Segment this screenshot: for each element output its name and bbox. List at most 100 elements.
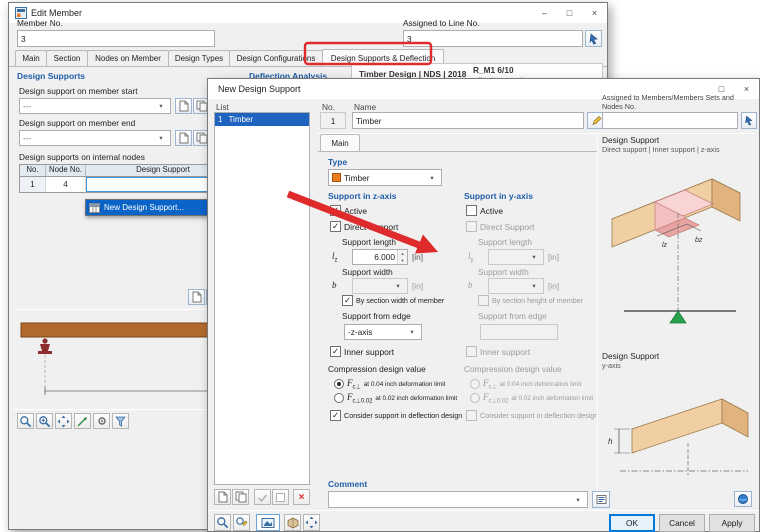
list-deselect-all-button[interactable] [272, 489, 289, 505]
zoom-edit-button[interactable] [233, 514, 250, 531]
table-icon [89, 202, 100, 213]
z-width-symbol: b [332, 280, 337, 290]
filter-button[interactable] [112, 413, 129, 429]
preview-z-graphic: lz bz [600, 155, 754, 347]
close-icon[interactable]: × [582, 3, 607, 23]
list-copy-button[interactable] [232, 489, 249, 505]
assigned-members-field[interactable] [602, 112, 738, 129]
chevron-down-icon[interactable] [406, 325, 418, 339]
internal-new-button[interactable] [188, 289, 205, 305]
edit-member-titlebar[interactable]: Edit Member – □ × [9, 3, 607, 23]
axis-arrow-icon [76, 415, 89, 428]
ok-button[interactable]: OK [609, 514, 655, 532]
name-field[interactable]: Timber [352, 112, 584, 129]
z-support-length-field[interactable]: 6.000 [352, 249, 408, 265]
display-settings-button[interactable] [93, 413, 110, 429]
pan-button[interactable] [55, 413, 72, 429]
z-from-edge-combo[interactable]: -z-axis [344, 324, 422, 340]
no-label: No. [322, 102, 335, 112]
cancel-button[interactable]: Cancel [659, 514, 705, 532]
spin-down-icon[interactable] [398, 257, 407, 264]
gear-icon [96, 415, 108, 427]
design-support-list[interactable]: 1 Timber [214, 112, 310, 485]
support-y-title: Support in y-axis [464, 191, 533, 201]
view-box-icon [261, 517, 275, 529]
z-fc04-radio[interactable] [334, 379, 344, 390]
chevron-down-icon[interactable] [155, 131, 167, 145]
spin-up-icon[interactable] [398, 250, 407, 257]
view-direction-button[interactable] [74, 413, 91, 429]
z-deflection-checkbox[interactable] [330, 410, 341, 421]
magnifier-icon [19, 415, 32, 428]
support-z-title: Support in z-axis [328, 191, 397, 201]
comment-browse-button[interactable] [592, 491, 610, 508]
chevron-down-icon[interactable] [155, 99, 167, 113]
check-all-icon [257, 492, 268, 503]
member-no-field[interactable]: 3 [17, 30, 215, 47]
list-select-all-button[interactable] [254, 489, 271, 505]
y-length-unit: [in] [548, 252, 560, 262]
zoom-button[interactable] [17, 413, 34, 429]
z-direct-support-checkbox[interactable] [330, 221, 341, 232]
member-end-combo[interactable]: --- [19, 130, 171, 146]
zoom-in-button[interactable] [36, 413, 53, 429]
column-header-no[interactable]: No. [20, 165, 46, 176]
render-button[interactable] [284, 514, 301, 531]
tab-main[interactable]: Main [320, 134, 360, 151]
z-length-symbol: lz [332, 251, 338, 264]
preview-display-button[interactable] [734, 491, 752, 507]
z-fc002-radio[interactable] [334, 393, 344, 404]
chevron-down-icon[interactable] [572, 492, 584, 507]
member-end-new-button[interactable] [175, 130, 192, 146]
z-support-length-label: Support length [342, 237, 396, 247]
z-support-width-field [352, 278, 408, 294]
z-by-section-width-checkbox[interactable] [342, 295, 353, 306]
tab-section[interactable]: Section [46, 50, 88, 66]
z-inner-support-checkbox[interactable] [330, 346, 341, 357]
tab-main[interactable]: Main [15, 50, 47, 66]
tab-design-configurations[interactable]: Design Configurations [229, 50, 323, 66]
member-no-label: Member No. [17, 18, 63, 28]
member-start-combo[interactable]: --- [19, 98, 171, 114]
z-active-checkbox[interactable] [330, 205, 341, 216]
type-combo[interactable]: Timber [328, 169, 442, 186]
new-icon [191, 291, 202, 303]
spinner-buttons[interactable] [397, 250, 407, 264]
member-start-new-button[interactable] [175, 98, 192, 114]
z-active-row: Active [330, 205, 367, 216]
tab-design-types[interactable]: Design Types [168, 50, 230, 66]
column-header-node-no[interactable]: Node No. [46, 165, 86, 176]
display-sphere-icon [737, 493, 749, 505]
move-view-button[interactable] [303, 514, 320, 531]
design-supports-group-title: Design Supports [17, 71, 86, 81]
y-support-width-label: Support width [478, 267, 529, 277]
notes-icon [596, 494, 607, 505]
y-active-row: Active [466, 205, 503, 216]
select-line-button[interactable] [585, 30, 602, 47]
y-support-length-field [488, 249, 544, 265]
pick-members-button[interactable] [741, 112, 757, 129]
config-name: R_M1 6/10 [473, 65, 514, 75]
comment-combo[interactable] [328, 491, 588, 508]
display-mode-button[interactable] [256, 514, 280, 531]
preview-subtitle-z: Direct support | Inner support | z-axis [602, 145, 720, 154]
list-delete-button[interactable]: × [293, 489, 310, 505]
assigned-line-field[interactable]: 3 [403, 30, 583, 47]
preview-title-y: Design Support [602, 351, 660, 361]
pan-arrows-icon [57, 415, 70, 428]
list-item-timber[interactable]: 1 Timber [215, 113, 309, 126]
y-from-edge-field [480, 324, 558, 340]
member-end-label: Design support on member end [19, 118, 136, 128]
cube-icon [287, 517, 299, 529]
y-active-checkbox[interactable] [466, 205, 477, 216]
zoom-button[interactable] [214, 514, 231, 531]
chevron-down-icon[interactable] [426, 170, 438, 185]
magnifier-pencil-icon [235, 516, 248, 529]
tab-nodes-on-member[interactable]: Nodes on Member [87, 50, 169, 66]
apply-button[interactable]: Apply [709, 514, 755, 532]
list-new-button[interactable] [214, 489, 231, 505]
y-deflection-row: Consider support in deflection design [466, 410, 598, 421]
assigned-members-label: Assigned to Members/Members Sets and Nod… [602, 93, 734, 111]
minimize-icon[interactable]: – [532, 3, 557, 23]
maximize-icon[interactable]: □ [557, 3, 582, 23]
